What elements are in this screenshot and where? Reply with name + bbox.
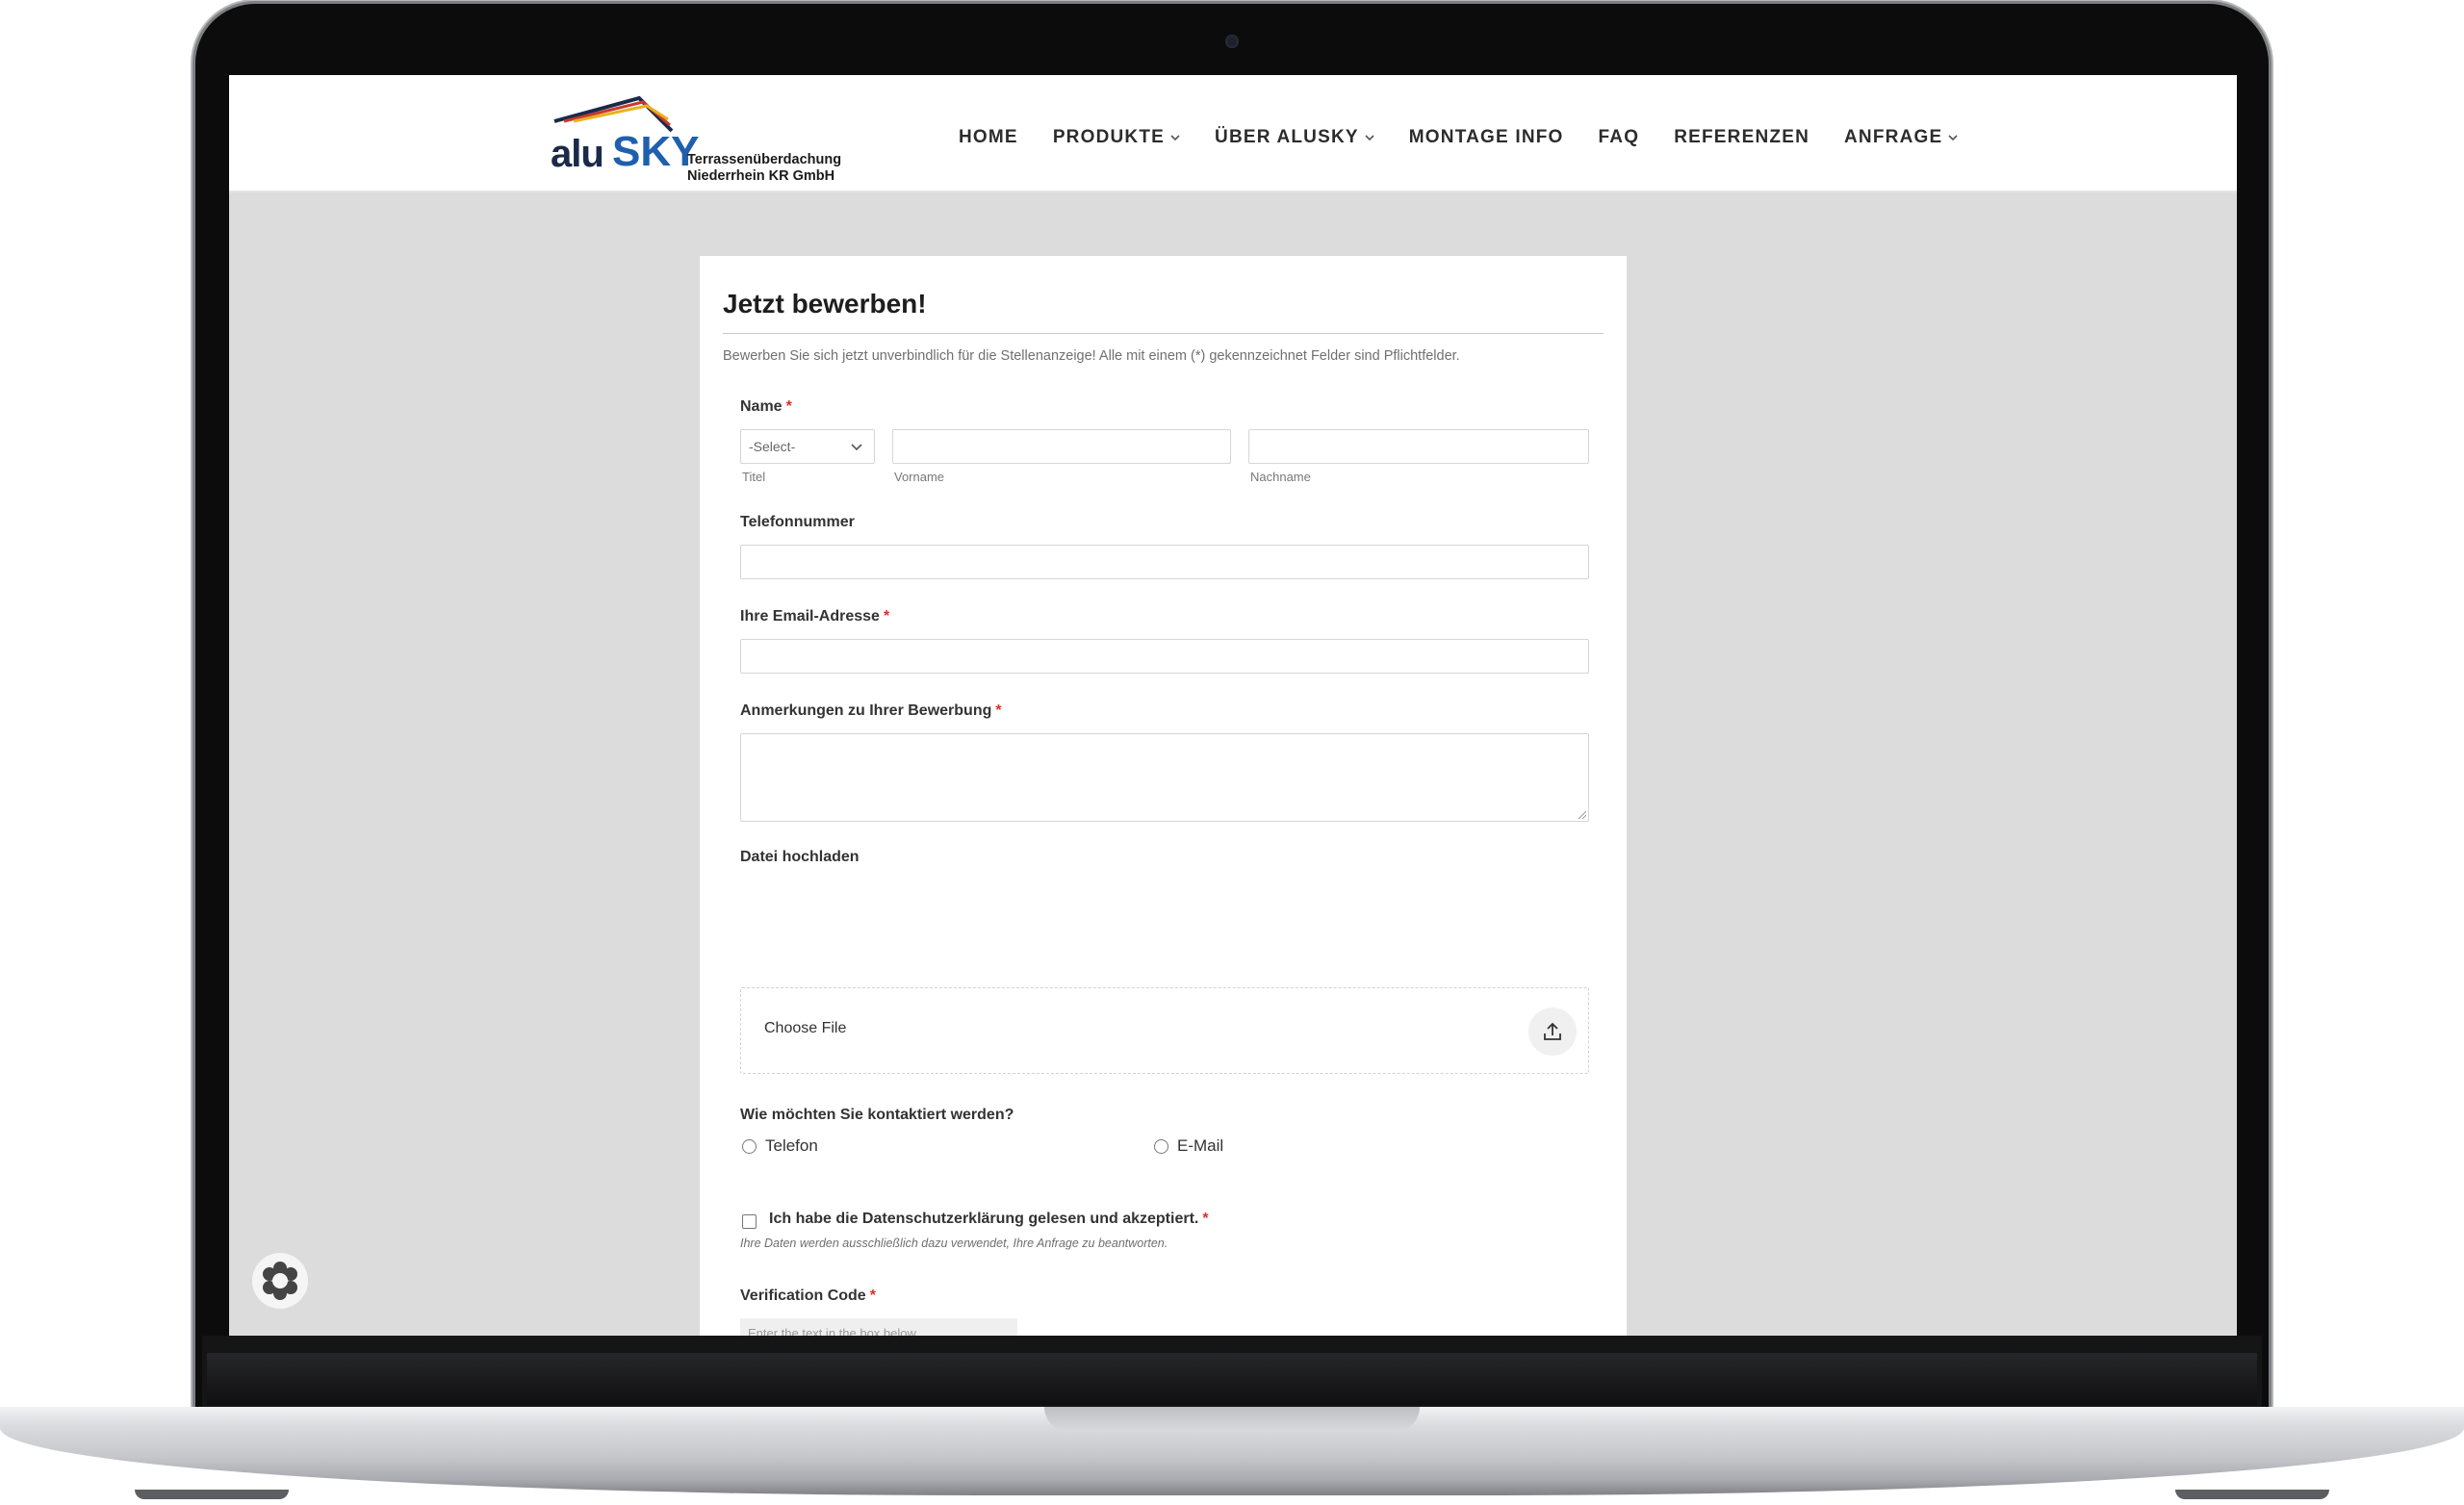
choose-file-text: Choose File: [764, 1020, 847, 1036]
captcha-label-text: Verification Code: [740, 1288, 866, 1304]
chevron-down-icon: [851, 430, 862, 463]
required-mark: *: [869, 1288, 876, 1304]
captcha-container: Enter the text in the box below ⟳: [740, 1318, 1017, 1336]
site-header: alu SKY Terrassenüberdachung Niederrhein…: [229, 75, 2237, 192]
email-label: Ihre Email-Adresse *: [740, 606, 889, 627]
notes-label: Anmerkungen zu Ihrer Bewerbung *: [740, 701, 1002, 722]
required-mark: *: [1202, 1211, 1209, 1227]
logo-tagline-1: Terrassenüberdachung: [687, 152, 842, 167]
required-mark: *: [995, 702, 1002, 719]
privacy-consent-text: Ich habe die Datenschutzerklärung gelese…: [769, 1211, 1199, 1227]
form-title: Jetzt bewerben!: [723, 289, 927, 319]
first-name-sublabel: Vorname: [894, 470, 945, 484]
nav-montage-info-label: MONTAGE INFO: [1408, 127, 1564, 147]
site-logo[interactable]: alu SKY Terrassenüberdachung Niederrhein…: [551, 92, 842, 184]
main-nav: HOME PRODUKTE ÜBER ALUSKY MONTAGE INFO F…: [959, 125, 1992, 150]
notes-textarea[interactable]: [740, 733, 1589, 822]
nav-montage-info[interactable]: MONTAGE INFO: [1409, 125, 1564, 150]
first-name-input[interactable]: [892, 429, 1231, 464]
nav-ueber-alusky[interactable]: ÜBER ALUSKY: [1215, 125, 1374, 150]
last-name-sublabel: Nachname: [1250, 470, 1311, 484]
form-intro: Bewerben Sie sich jetzt unverbindlich fü…: [723, 348, 1460, 364]
laptop-hinge: [207, 1353, 2257, 1405]
trackpad-notch: [1044, 1407, 1420, 1432]
nav-faq[interactable]: FAQ: [1599, 125, 1640, 150]
application-form-card: Jetzt bewerben! Bewerben Sie sich jetzt …: [700, 256, 1627, 1336]
nav-home-label: HOME: [959, 127, 1018, 147]
chevron-down-icon: [1948, 125, 1958, 150]
upload-button[interactable]: [1528, 1008, 1577, 1056]
nav-home[interactable]: HOME: [959, 125, 1018, 150]
name-label-text: Name: [740, 398, 783, 415]
privacy-consent-checkbox[interactable]: [742, 1214, 757, 1229]
nav-referenzen-label: REFERENZEN: [1674, 127, 1810, 147]
captcha-label: Verification Code *: [740, 1286, 876, 1307]
file-upload-dropzone[interactable]: Choose File: [740, 987, 1589, 1074]
laptop-foot-right: [2175, 1490, 2329, 1499]
title-sublabel: Titel: [742, 470, 766, 484]
name-label: Name *: [740, 396, 792, 418]
privacy-consent-label: Ich habe die Datenschutzerklärung gelese…: [769, 1209, 1209, 1230]
logo-sky-text: SKY: [612, 128, 700, 175]
upload-label: Datei hochladen: [740, 849, 860, 865]
captcha-hint: Enter the text in the box below: [748, 1326, 916, 1336]
nav-anfrage[interactable]: ANFRAGE: [1844, 125, 1958, 150]
nav-produkte-label: PRODUKTE: [1052, 127, 1166, 147]
title-divider: [723, 333, 1604, 334]
resize-grip-icon[interactable]: [1577, 809, 1586, 819]
chevron-down-icon: [1365, 125, 1374, 150]
radio-telefon-label: Telefon: [765, 1136, 818, 1155]
nav-produkte[interactable]: PRODUKTE: [1053, 125, 1180, 150]
privacy-consent-note: Ihre Daten werden ausschließlich dazu ve…: [740, 1237, 1168, 1250]
cookie-settings-button[interactable]: [252, 1253, 308, 1309]
chevron-down-icon: [1170, 125, 1180, 150]
laptop-foot-left: [135, 1490, 289, 1499]
notes-label-text: Anmerkungen zu Ihrer Bewerbung: [740, 702, 992, 719]
phone-input[interactable]: [740, 545, 1589, 579]
nav-anfrage-label: ANFRAGE: [1844, 127, 1943, 147]
radio-email-label: E-Mail: [1177, 1136, 1224, 1155]
upload-icon: [1544, 1022, 1561, 1040]
nav-referenzen[interactable]: REFERENZEN: [1674, 125, 1810, 150]
webcam: [1225, 35, 1239, 48]
title-select-value: -Select-: [749, 439, 796, 454]
radio-telefon[interactable]: [742, 1139, 757, 1154]
required-mark: *: [785, 398, 792, 415]
browser-viewport: alu SKY Terrassenüberdachung Niederrhein…: [229, 75, 2237, 1336]
title-select[interactable]: -Select-: [740, 429, 875, 464]
last-name-input[interactable]: [1248, 429, 1589, 464]
nav-ueber-alusky-label: ÜBER ALUSKY: [1215, 127, 1359, 147]
required-mark: *: [883, 608, 890, 625]
radio-email[interactable]: [1154, 1139, 1168, 1154]
email-label-text: Ihre Email-Adresse: [740, 608, 880, 625]
phone-label: Telefonnummer: [740, 514, 855, 530]
contact-method-label: Wie möchten Sie kontaktiert werden?: [740, 1107, 1014, 1123]
email-input[interactable]: [740, 639, 1589, 674]
logo-alu-text: alu: [551, 133, 604, 175]
logo-tagline-2: Niederrhein KR GmbH: [687, 168, 835, 184]
cookie-flower-icon: [263, 1262, 297, 1300]
nav-faq-label: FAQ: [1598, 127, 1640, 147]
